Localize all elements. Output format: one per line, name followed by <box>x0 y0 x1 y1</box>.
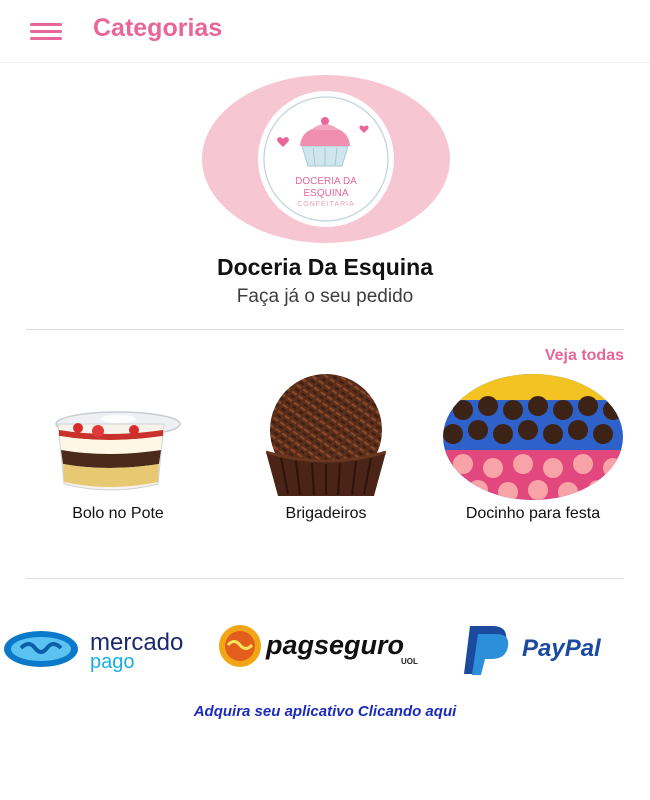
store-name: Doceria Da Esquina <box>216 254 434 280</box>
payment-methods: mercado pago pagseguro UOL PayPal <box>0 612 650 682</box>
paypal-logo: PayPal <box>464 626 602 675</box>
store-logo: DOCERIA DA ESQUINA CONFEITARIA <box>201 74 451 244</box>
logo-line3: CONFEITARIA <box>297 201 355 208</box>
mercadopago-subtext: pago <box>90 651 135 673</box>
docinho-para-festa-image <box>433 372 633 502</box>
hamburger-menu-icon[interactable] <box>28 20 64 44</box>
brigadeiros-image <box>226 372 426 502</box>
page-title: Categorias <box>93 14 223 42</box>
bolo-no-pote-image <box>18 372 218 502</box>
store-tagline: Faça já o seu pedido <box>236 286 414 307</box>
pagseguro-subtext: UOL <box>401 657 418 666</box>
pagseguro-logo: pagseguro UOL <box>219 625 418 667</box>
paypal-text: PayPal <box>522 635 602 662</box>
logo-line2: ESQUINA <box>303 188 348 199</box>
category-label: Bolo no Pote <box>72 505 164 522</box>
get-app-link[interactable]: Adquira seu aplicativo Clicando aqui <box>0 703 650 720</box>
divider <box>26 578 624 579</box>
logo-line1: DOCERIA DA <box>295 176 357 187</box>
pagseguro-text: pagseguro <box>265 630 404 660</box>
top-app-bar: Categorias <box>0 0 650 63</box>
category-label: Brigadeiros <box>285 505 367 522</box>
mercadopago-logo: mercado pago <box>4 629 183 673</box>
divider <box>26 329 624 330</box>
see-all-link[interactable]: Veja todas <box>545 347 624 365</box>
category-label: Docinho para festa <box>465 505 601 522</box>
